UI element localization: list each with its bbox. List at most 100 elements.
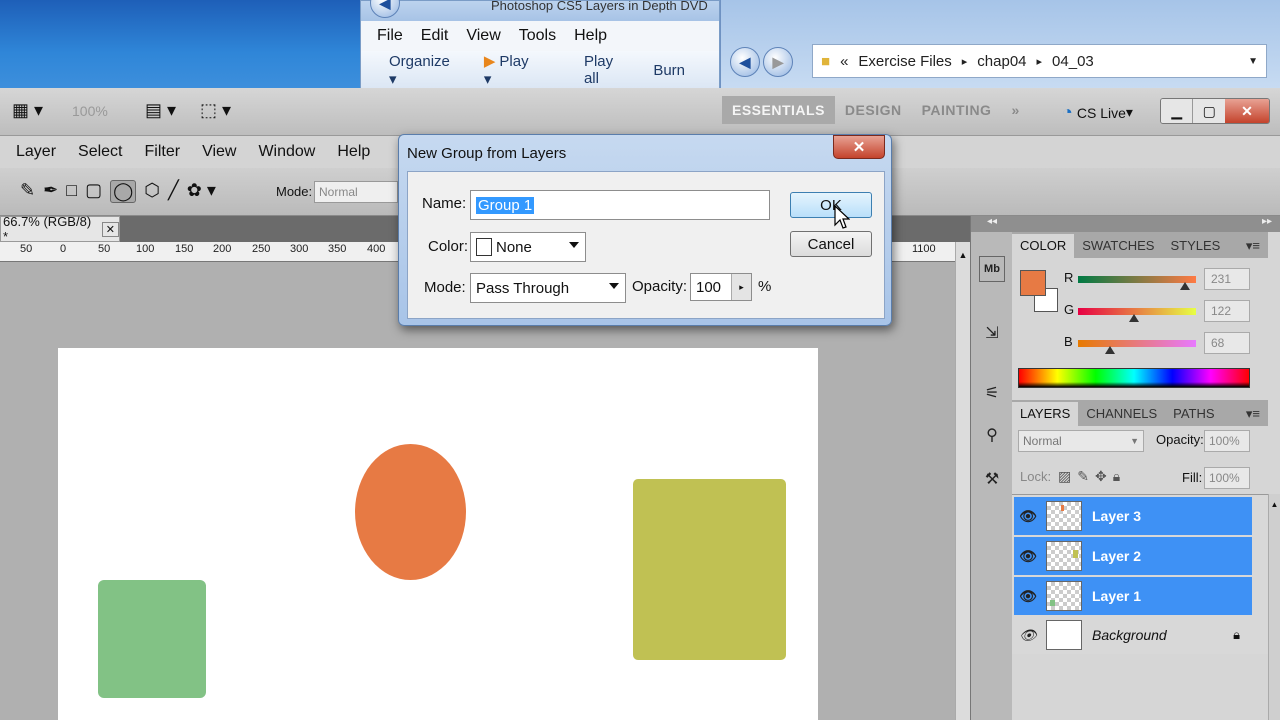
dock-collapse-icon[interactable]: ◂◂ <box>971 216 1013 232</box>
group-color-select[interactable]: None <box>470 232 586 262</box>
visibility-eye-icon[interactable]: 👁︎ <box>1014 627 1042 644</box>
visibility-eye-icon[interactable]: 👁︎ <box>1014 508 1042 525</box>
cs-live-button[interactable]: ◔ CS Live ▾ <box>1062 102 1133 123</box>
breadcrumb-exercise-files[interactable]: Exercise Files <box>858 53 951 70</box>
group-mode-select[interactable]: Pass Through <box>470 273 626 303</box>
document-close-icon[interactable]: ✕ <box>101 221 119 237</box>
color-panel-menu-icon[interactable]: ▾≡ <box>1238 234 1268 258</box>
history-icon[interactable]: ⇲ <box>979 320 1005 346</box>
lock-transparency-icon[interactable]: ▨ <box>1058 468 1071 485</box>
channel-value-field[interactable]: 68 <box>1204 332 1250 354</box>
rounded-rectangle-icon[interactable]: ▢ <box>85 180 102 203</box>
ellipse-icon[interactable]: ◯ <box>110 180 137 203</box>
tab-swatches[interactable]: SWATCHES <box>1074 234 1162 258</box>
layer-row-background[interactable]: 👁︎ Background 🔒︎ <box>1014 616 1252 654</box>
workspace-more-icon[interactable]: » <box>1001 96 1029 124</box>
menu-layer[interactable]: Layer <box>16 143 56 161</box>
nav-forward-icon[interactable]: ▶ <box>763 47 793 77</box>
breadcrumb-more[interactable]: « <box>840 53 848 70</box>
tab-channels[interactable]: CHANNELS <box>1078 402 1165 426</box>
tab-styles[interactable]: STYLES <box>1162 234 1228 258</box>
layer-row-layer-2[interactable]: 👁︎ Layer 2 <box>1014 537 1252 575</box>
minimize-icon[interactable]: ▁ <box>1161 99 1193 123</box>
fill-field[interactable]: 100% <box>1204 467 1250 489</box>
cancel-button[interactable]: Cancel <box>790 231 872 257</box>
address-dropdown-icon[interactable]: ▼ <box>1248 56 1258 67</box>
workspace-design[interactable]: DESIGN <box>835 96 912 124</box>
layers-scroll-up-icon[interactable]: ▲ <box>1269 500 1280 509</box>
visibility-eye-icon[interactable]: 👁︎ <box>1014 548 1042 565</box>
orange-ellipse-shape[interactable] <box>355 444 466 580</box>
menu-view[interactable]: View <box>202 143 236 161</box>
document-tab[interactable]: 66.7% (RGB/8) * ✕ <box>0 214 120 244</box>
channel-slider-track[interactable] <box>1078 340 1196 354</box>
mini-bridge-icon[interactable]: Mb <box>979 256 1005 282</box>
address-bar[interactable]: ■ « Exercise Files ▸ chap04 ▸ 04_03 ▼ <box>812 44 1267 78</box>
channel-value-field[interactable]: 231 <box>1204 268 1250 290</box>
tool-presets-icon[interactable]: ⚒ <box>979 466 1005 492</box>
lock-image-icon[interactable]: ✎ <box>1077 468 1089 485</box>
pen-icon[interactable]: ✎ <box>20 180 35 203</box>
tab-color[interactable]: COLOR <box>1012 234 1075 258</box>
layers-panel-menu-icon[interactable]: ▾≡ <box>1238 402 1268 426</box>
menu-select[interactable]: Select <box>78 143 122 161</box>
menu-window[interactable]: Window <box>258 143 315 161</box>
brush-presets-icon[interactable]: ⚟ <box>979 380 1005 406</box>
options-mode-select[interactable]: Normal <box>314 181 398 203</box>
zoom-level[interactable]: 100% <box>72 103 108 119</box>
ok-button[interactable]: OK <box>790 192 872 218</box>
lock-position-icon[interactable]: ✥ <box>1095 468 1107 485</box>
maximize-icon[interactable]: ▢ <box>1192 99 1225 123</box>
breadcrumb-chap04[interactable]: chap04 <box>977 53 1026 70</box>
explorer-menu-tools[interactable]: Tools <box>519 27 556 45</box>
panels-collapse-icon[interactable]: ▸▸ <box>1012 216 1280 232</box>
line-icon[interactable]: ╱ <box>168 180 179 203</box>
group-opacity-input[interactable]: 100 ▸ <box>690 273 752 301</box>
scroll-up-icon[interactable]: ▲ <box>956 250 970 260</box>
custom-shape-icon[interactable]: ✿ ▾ <box>187 180 216 203</box>
clone-source-icon[interactable]: ⚲ <box>979 422 1005 448</box>
dialog-close-icon[interactable]: ✕ <box>833 135 885 159</box>
tab-paths[interactable]: PATHS <box>1165 402 1222 426</box>
document-canvas[interactable] <box>58 348 818 720</box>
olive-rectangle-shape[interactable] <box>633 479 786 660</box>
nav-back-icon[interactable]: ◀ <box>730 47 760 77</box>
workspace-painting[interactable]: PAINTING <box>912 96 1002 124</box>
rectangle-icon[interactable]: □ <box>66 180 77 203</box>
screen-mode-icon[interactable]: ⬚ ▾ <box>200 100 231 121</box>
green-square-shape[interactable] <box>98 580 206 698</box>
menu-filter[interactable]: Filter <box>145 143 181 161</box>
window-close-icon[interactable]: ✕ <box>1224 99 1269 123</box>
opacity-slider-arrow-icon[interactable]: ▸ <box>731 274 751 300</box>
play-all-button[interactable]: Play all <box>584 53 619 87</box>
organize-button[interactable]: Organize ▾ <box>389 53 450 88</box>
layers-scrollbar[interactable]: ▲ <box>1268 494 1280 720</box>
explorer-menu-edit[interactable]: Edit <box>421 27 449 45</box>
channel-slider-thumb[interactable] <box>1104 346 1115 354</box>
visibility-eye-icon[interactable]: 👁︎ <box>1014 588 1042 605</box>
arrange-documents-icon[interactable]: ▤ ▾ <box>145 100 176 121</box>
color-spectrum-bar[interactable] <box>1018 368 1250 388</box>
workspace-essentials[interactable]: ESSENTIALS <box>722 96 835 124</box>
explorer-menu-file[interactable]: File <box>377 27 403 45</box>
explorer-menu-help[interactable]: Help <box>574 27 607 45</box>
play-button[interactable]: ▶ Play ▾ <box>484 52 550 88</box>
view-extras-icon[interactable]: ▦ ▾ <box>12 100 43 121</box>
channel-slider-track[interactable] <box>1078 276 1196 290</box>
channel-slider-thumb[interactable] <box>1129 314 1140 322</box>
group-name-input[interactable]: Group 1 <box>470 190 770 220</box>
polygon-icon[interactable]: ⬡ <box>144 180 160 203</box>
explorer-menu-view[interactable]: View <box>466 27 500 45</box>
canvas-vertical-scrollbar[interactable]: ▲ <box>955 242 970 720</box>
channel-slider-thumb[interactable] <box>1179 282 1190 290</box>
blend-mode-select[interactable]: Normal ▼ <box>1018 430 1144 452</box>
layer-row-layer-3[interactable]: 👁︎ Layer 3 <box>1014 497 1252 535</box>
burn-button[interactable]: Burn <box>653 62 685 79</box>
tab-layers[interactable]: LAYERS <box>1012 402 1079 426</box>
layer-row-layer-1[interactable]: 👁︎ Layer 1 <box>1014 577 1252 615</box>
lock-all-icon[interactable]: 🔒︎ <box>1113 468 1120 485</box>
freeform-pen-icon[interactable]: ✒ <box>43 180 58 203</box>
opacity-field[interactable]: 100% <box>1204 430 1250 452</box>
breadcrumb-04-03[interactable]: 04_03 <box>1052 53 1094 70</box>
channel-slider-track[interactable] <box>1078 308 1196 322</box>
